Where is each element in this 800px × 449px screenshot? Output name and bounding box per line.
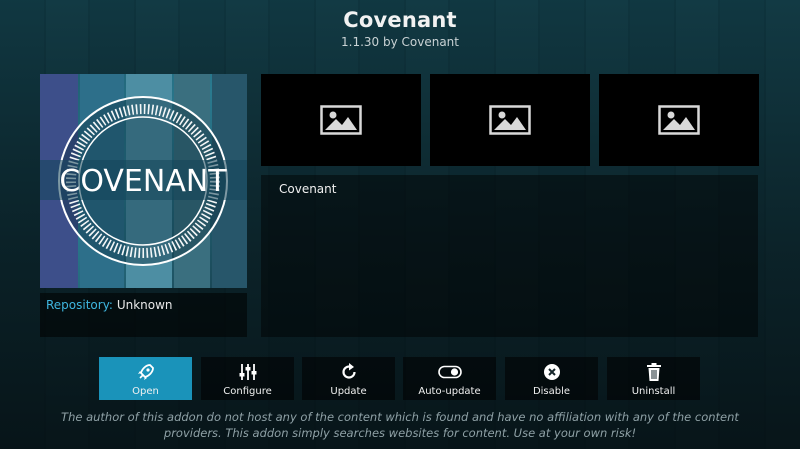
- addon-info-panel: Repository: Unknown: [40, 293, 247, 337]
- configure-button[interactable]: Configure: [201, 357, 294, 400]
- disclaimer-line-1: The author of this addon do not host any…: [61, 410, 739, 424]
- open-button-label: Open: [132, 386, 159, 397]
- screenshot-thumbnail-3[interactable]: [599, 74, 759, 166]
- sliders-icon: [237, 361, 259, 383]
- addon-title: Covenant: [343, 8, 457, 32]
- refresh-icon: [339, 361, 359, 383]
- addon-header: Covenant 1.1.30 by Covenant: [0, 8, 800, 49]
- uninstall-button[interactable]: Uninstall: [607, 357, 700, 400]
- update-button[interactable]: Update: [302, 357, 395, 400]
- repository-value: Unknown: [116, 298, 173, 312]
- screenshot-thumbnail-1[interactable]: [261, 74, 421, 166]
- auto-update-button-label: Auto-update: [418, 386, 481, 397]
- image-icon: [489, 105, 531, 135]
- uninstall-button-label: Uninstall: [631, 386, 676, 397]
- covenant-logo: COVENANT: [40, 96, 247, 266]
- addon-description: Covenant: [279, 182, 337, 196]
- repository-line: Repository: Unknown: [46, 298, 173, 312]
- close-circle-icon: [543, 361, 561, 383]
- disable-button-label: Disable: [532, 386, 571, 397]
- addon-description-panel[interactable]: Covenant: [261, 175, 758, 337]
- rocket-icon: [136, 361, 156, 383]
- screenshot-thumbnail-2[interactable]: [430, 74, 590, 166]
- toggle-icon: [437, 361, 462, 383]
- trash-icon: [646, 361, 662, 383]
- auto-update-button[interactable]: Auto-update: [403, 357, 496, 400]
- update-button-label: Update: [330, 386, 367, 397]
- repository-label: Repository:: [46, 298, 113, 312]
- open-button[interactable]: Open: [99, 357, 192, 400]
- configure-button-label: Configure: [223, 386, 272, 397]
- logo-wordmark: COVENANT: [59, 164, 227, 199]
- image-icon: [320, 105, 362, 135]
- image-icon: [658, 105, 700, 135]
- addon-version-author: 1.1.30 by Covenant: [341, 35, 459, 49]
- disclaimer-line-2: providers. This addon simply searches we…: [163, 426, 637, 440]
- disable-button[interactable]: Disable: [505, 357, 598, 400]
- disclaimer-text: The author of this addon do not host any…: [40, 409, 760, 441]
- addon-fanart: COVENANT: [40, 74, 247, 288]
